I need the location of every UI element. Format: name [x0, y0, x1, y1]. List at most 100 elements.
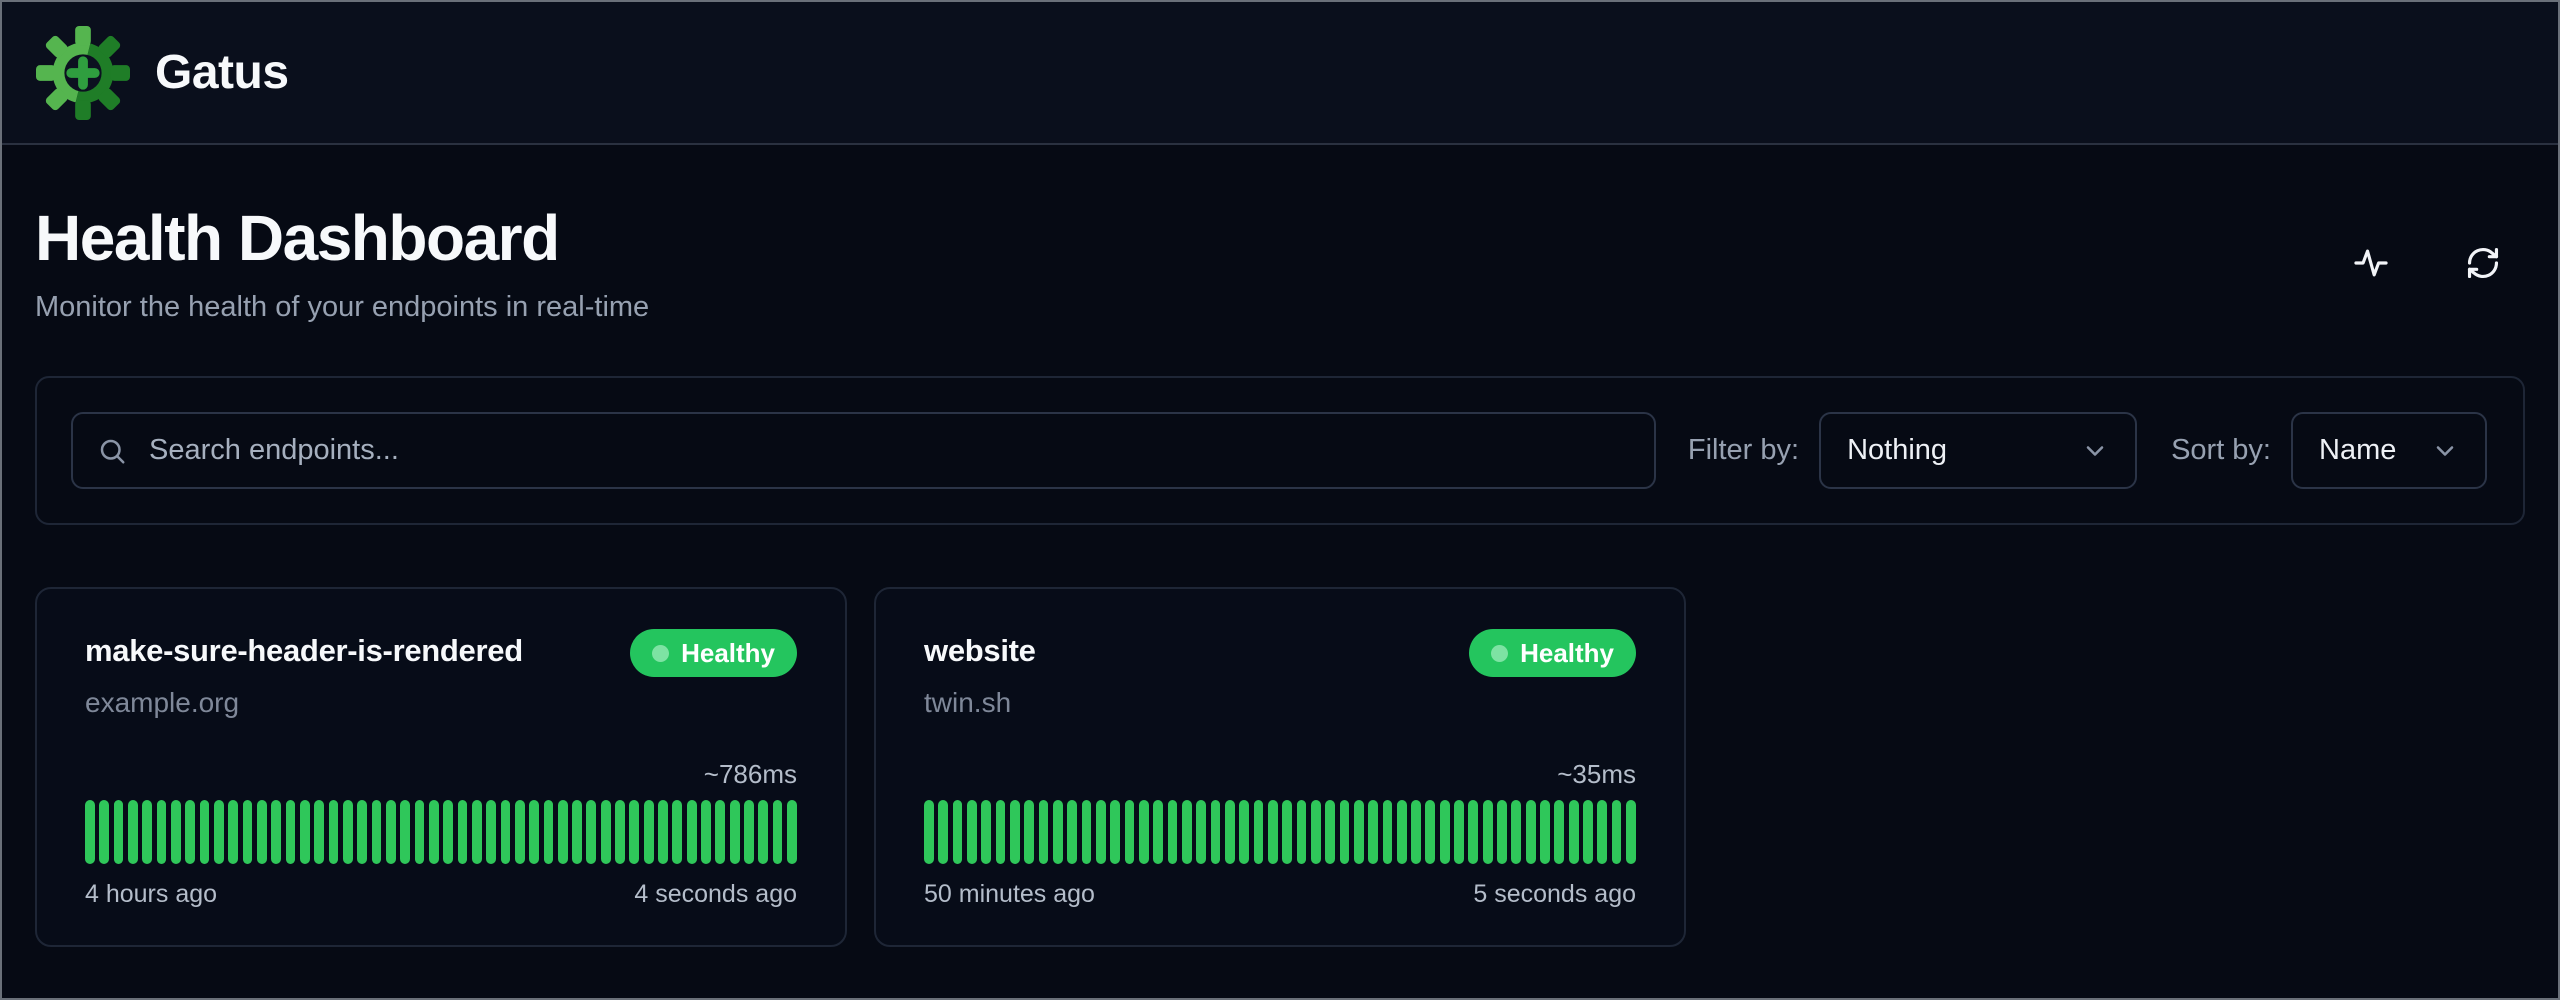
status-bar[interactable] [787, 800, 797, 864]
endpoint-card[interactable]: make-sure-header-is-rendered Healthy exa… [35, 587, 847, 947]
status-bar[interactable] [1325, 800, 1335, 864]
status-bar[interactable] [372, 800, 382, 864]
status-bar[interactable] [400, 800, 410, 864]
status-bar[interactable] [1626, 800, 1636, 864]
status-bar[interactable] [1024, 800, 1034, 864]
status-bar[interactable] [1211, 800, 1221, 864]
status-bar[interactable] [558, 800, 568, 864]
search-box[interactable] [71, 412, 1656, 489]
status-bar[interactable] [472, 800, 482, 864]
status-bar[interactable] [1569, 800, 1579, 864]
status-bar[interactable] [1096, 800, 1106, 864]
status-bar[interactable] [629, 800, 639, 864]
status-bar[interactable] [924, 800, 934, 864]
status-bar[interactable] [343, 800, 353, 864]
status-bar[interactable] [1268, 800, 1278, 864]
status-bar[interactable] [501, 800, 511, 864]
status-bar[interactable] [99, 800, 109, 864]
status-bar[interactable] [1554, 800, 1564, 864]
status-bar[interactable] [730, 800, 740, 864]
status-bar[interactable] [1368, 800, 1378, 864]
status-bar[interactable] [243, 800, 253, 864]
status-bar[interactable] [1153, 800, 1163, 864]
status-bar[interactable] [1411, 800, 1421, 864]
sort-dropdown[interactable]: Name [2291, 412, 2487, 489]
status-bar[interactable] [171, 800, 181, 864]
status-bar[interactable] [357, 800, 367, 864]
status-bar[interactable] [672, 800, 682, 864]
status-bar[interactable] [1468, 800, 1478, 864]
status-bar[interactable] [1110, 800, 1120, 864]
status-bar[interactable] [1282, 800, 1292, 864]
status-bar[interactable] [1597, 800, 1607, 864]
status-bar[interactable] [185, 800, 195, 864]
status-bar[interactable] [486, 800, 496, 864]
status-bar[interactable] [1254, 800, 1264, 864]
status-bar[interactable] [938, 800, 948, 864]
status-bar[interactable] [329, 800, 339, 864]
status-bar[interactable] [429, 800, 439, 864]
status-bar[interactable] [1425, 800, 1435, 864]
status-bar[interactable] [544, 800, 554, 864]
status-bar[interactable] [1196, 800, 1206, 864]
status-bar[interactable] [586, 800, 596, 864]
status-bar[interactable] [1397, 800, 1407, 864]
status-bar[interactable] [314, 800, 324, 864]
status-bar[interactable] [1182, 800, 1192, 864]
status-bar[interactable] [300, 800, 310, 864]
status-bar[interactable] [715, 800, 725, 864]
status-bar[interactable] [1497, 800, 1507, 864]
status-bar[interactable] [1010, 800, 1020, 864]
refresh-icon[interactable] [2463, 243, 2503, 283]
status-bar[interactable] [644, 800, 654, 864]
status-bar[interactable] [1340, 800, 1350, 864]
status-bar[interactable] [515, 800, 525, 864]
status-bar[interactable] [1168, 800, 1178, 864]
status-bar[interactable] [953, 800, 963, 864]
status-bar[interactable] [572, 800, 582, 864]
status-bar[interactable] [1354, 800, 1364, 864]
status-bar[interactable] [687, 800, 697, 864]
status-bar[interactable] [1583, 800, 1593, 864]
status-bar[interactable] [200, 800, 210, 864]
status-bar[interactable] [415, 800, 425, 864]
status-bar[interactable] [1440, 800, 1450, 864]
activity-icon[interactable] [2351, 243, 2391, 283]
status-bar[interactable] [744, 800, 754, 864]
status-bar[interactable] [458, 800, 468, 864]
status-bar[interactable] [257, 800, 267, 864]
status-bar[interactable] [1225, 800, 1235, 864]
search-input[interactable] [149, 434, 1630, 467]
status-bar[interactable] [773, 800, 783, 864]
status-bar[interactable] [701, 800, 711, 864]
status-bar[interactable] [1082, 800, 1092, 864]
status-bar[interactable] [1067, 800, 1077, 864]
status-bar[interactable] [228, 800, 238, 864]
status-bar[interactable] [1540, 800, 1550, 864]
status-bar[interactable] [1139, 800, 1149, 864]
status-bar[interactable] [1311, 800, 1321, 864]
status-bar[interactable] [286, 800, 296, 864]
status-bar[interactable] [1125, 800, 1135, 864]
status-bar[interactable] [1483, 800, 1493, 864]
status-bar[interactable] [1053, 800, 1063, 864]
status-bar[interactable] [443, 800, 453, 864]
status-bar[interactable] [271, 800, 281, 864]
status-bar[interactable] [967, 800, 977, 864]
status-bar[interactable] [157, 800, 167, 864]
status-bar[interactable] [1612, 800, 1622, 864]
status-bar[interactable] [1297, 800, 1307, 864]
status-bar[interactable] [1039, 800, 1049, 864]
status-bar[interactable] [114, 800, 124, 864]
status-bar[interactable] [214, 800, 224, 864]
status-bar[interactable] [1526, 800, 1536, 864]
status-bar[interactable] [658, 800, 668, 864]
status-bar[interactable] [601, 800, 611, 864]
status-bar[interactable] [996, 800, 1006, 864]
status-bar[interactable] [142, 800, 152, 864]
status-bar[interactable] [529, 800, 539, 864]
status-bar[interactable] [1511, 800, 1521, 864]
status-bar[interactable] [615, 800, 625, 864]
status-bar[interactable] [758, 800, 768, 864]
status-bar[interactable] [1239, 800, 1249, 864]
